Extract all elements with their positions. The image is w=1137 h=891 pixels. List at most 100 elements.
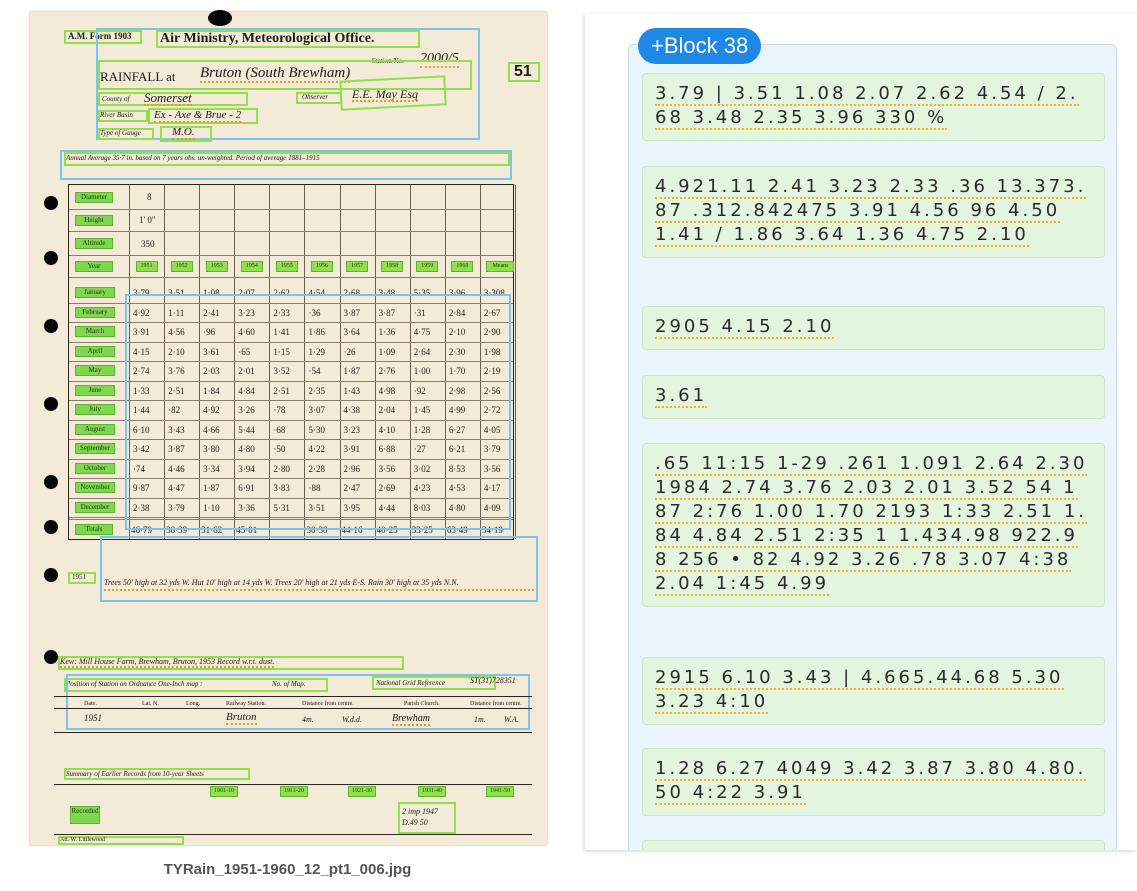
pos-header: Railway Station. (226, 701, 266, 707)
pos-header: Lat. N. (142, 701, 159, 707)
table-rule (54, 784, 532, 785)
summary-year: 1901-10 (210, 786, 238, 797)
ocr-line-text: .65 11:15 1-29 .261 1.091 2.64 2.30 1984… (655, 453, 1088, 596)
ocr-line[interactable]: 4.921.11 2.41 3.23 2.33 .36 13.373.87 .3… (642, 166, 1105, 258)
year-header: 1957 (346, 260, 369, 272)
month-label: January (75, 287, 115, 298)
note-1951: Trees 50' high at 32 yds W. Hut 10' high… (104, 576, 534, 591)
pos-header: Distance from centre. (302, 701, 354, 707)
ocr-line-text: 3.61 (655, 385, 708, 408)
table-rule (54, 708, 532, 709)
binder-hole (44, 319, 58, 333)
year-header: 1952 (170, 260, 193, 272)
binder-hole (44, 251, 58, 265)
ocr-line-text: 2915 6.10 3.43 | 4.665.44.68 5.30 3.23 4… (655, 667, 1064, 714)
month-label: September (75, 443, 115, 454)
table-rule (54, 696, 532, 697)
pos-cell: 4m. (302, 715, 314, 724)
pos-cell: 1951 (84, 713, 102, 723)
month-label: March (75, 326, 115, 337)
rainfall-at-label: RAINFALL at (100, 69, 176, 84)
year-header: 1954 (240, 260, 263, 272)
year-header: Means (486, 260, 515, 272)
year-header: 1960 (451, 260, 474, 272)
year-header: 1955 (275, 260, 298, 272)
diameter-value: 8 (147, 192, 152, 202)
summary-note: 2 imp 1947 D.49 50 (402, 807, 438, 827)
row-label: Altitude (75, 237, 113, 249)
ocr-line[interactable]: .65 11:15 1-29 .261 1.091 2.64 2.30 1984… (642, 443, 1105, 607)
ocr-line-text: 1.28 6.27 4049 3.42 3.87 3.80 4.80.50 4:… (655, 758, 1087, 805)
pos-cell: W.A. (504, 715, 519, 724)
ocr-line[interactable]: 2905 4.15 2.10 (642, 306, 1105, 350)
ocr-line-text: 4.921.11 2.41 3.23 2.33 .36 13.373.87 .3… (655, 176, 1087, 247)
ocr-block-box (100, 536, 538, 602)
binder-hole (44, 397, 58, 411)
pos-cell: Bruton (226, 711, 257, 725)
pos-cell: Brewham (392, 713, 430, 726)
binder-hole (44, 650, 58, 664)
year-header: 1956 (311, 260, 333, 272)
punch-hole (208, 10, 232, 26)
river-basin-label: River Basin (100, 111, 133, 119)
county-label: County of (102, 95, 130, 103)
month-label: June (75, 384, 115, 396)
county: Somerset (144, 90, 192, 106)
binder-hole (44, 196, 58, 210)
ocr-line[interactable] (642, 840, 1105, 850)
type-of-gauge: M.O. (172, 126, 195, 140)
pos-header: Parish Church. (404, 701, 440, 707)
image-filename: TYRain_1951-1960_12_pt1_006.jpg (163, 861, 412, 878)
block-badge[interactable]: +Block 38 (638, 28, 762, 64)
annual-average-line: Annual Average 35·7 in. based on 7 years… (66, 154, 320, 162)
pos-cell: 1m. (474, 715, 486, 724)
year-header: 1958 (381, 260, 404, 272)
ocr-block-box (66, 674, 530, 730)
year-header: 1951 (135, 260, 158, 272)
observer-label: Observer (302, 93, 329, 101)
row-label: Year (75, 260, 113, 272)
year-header: 1959 (416, 260, 439, 272)
summary-year: 1921-30 (348, 786, 376, 797)
ocr-line-text: 3.79 | 3.51 1.08 2.07 2.62 4.54 / 2.68 3… (655, 83, 1079, 130)
row-label: Diameter (75, 191, 113, 203)
ocr-line[interactable]: 3.61 (642, 375, 1105, 419)
grid-line (69, 209, 513, 210)
ocr-line[interactable]: 3.79 | 3.51 1.08 2.07 2.62 4.54 / 2.68 3… (642, 73, 1105, 141)
address-line: Kew: Mill House Farm, Brewham, Bruton, 1… (60, 657, 275, 668)
month-label: February (75, 306, 115, 318)
page-number: 51 (514, 63, 532, 80)
grid-line (69, 277, 513, 278)
summary-row-label: Recorded (70, 806, 100, 824)
grid-line (69, 255, 513, 256)
month-label: May (75, 365, 115, 376)
row-label: Height (75, 214, 113, 226)
pos-header: Long. (186, 701, 201, 707)
ocr-line[interactable]: 2915 6.10 3.43 | 4.665.44.68 5.30 3.23 4… (642, 657, 1105, 725)
summary-label: Summary of Earlier Records from 10-year … (66, 770, 204, 778)
pos-cell: W.d.d. (342, 715, 362, 724)
height-value: 1' 0" (139, 215, 156, 225)
ocr-line[interactable]: 1.28 6.27 4049 3.42 3.87 3.80 4.80.50 4:… (642, 748, 1105, 816)
table-rule (54, 732, 532, 733)
month-label: November (75, 482, 115, 493)
river-basin: Ex - Axe & Brue - 2 (154, 109, 242, 123)
summary-year: 1931-40 (418, 786, 446, 797)
type-of-gauge-label: Type of Gauge (100, 129, 141, 137)
ocr-line-text: 2905 4.15 2.10 (655, 316, 835, 339)
ocr-block-box (125, 294, 511, 530)
year-header: 1953 (205, 260, 228, 272)
note-year: 1951 (72, 573, 86, 581)
document-image-pane: A.M. Form 1903 Air Ministry, Meteorologi… (0, 0, 575, 891)
month-label: July (75, 404, 115, 415)
grid-line (515, 185, 516, 539)
summary-year: 1941-50 (486, 786, 514, 797)
footer-label: Att. W. Littlewood (60, 837, 105, 843)
pos-header: Distance from centre. (470, 701, 522, 707)
pos-header: Date. (84, 701, 97, 707)
binder-hole (44, 568, 58, 582)
observer: E.E. May Esq (352, 87, 418, 102)
grid-line (69, 231, 513, 232)
month-label: October (75, 462, 115, 474)
ocr-results-panel[interactable]: +Block 38 3.79 | 3.51 1.08 2.07 2.62 4.5… (585, 14, 1137, 850)
